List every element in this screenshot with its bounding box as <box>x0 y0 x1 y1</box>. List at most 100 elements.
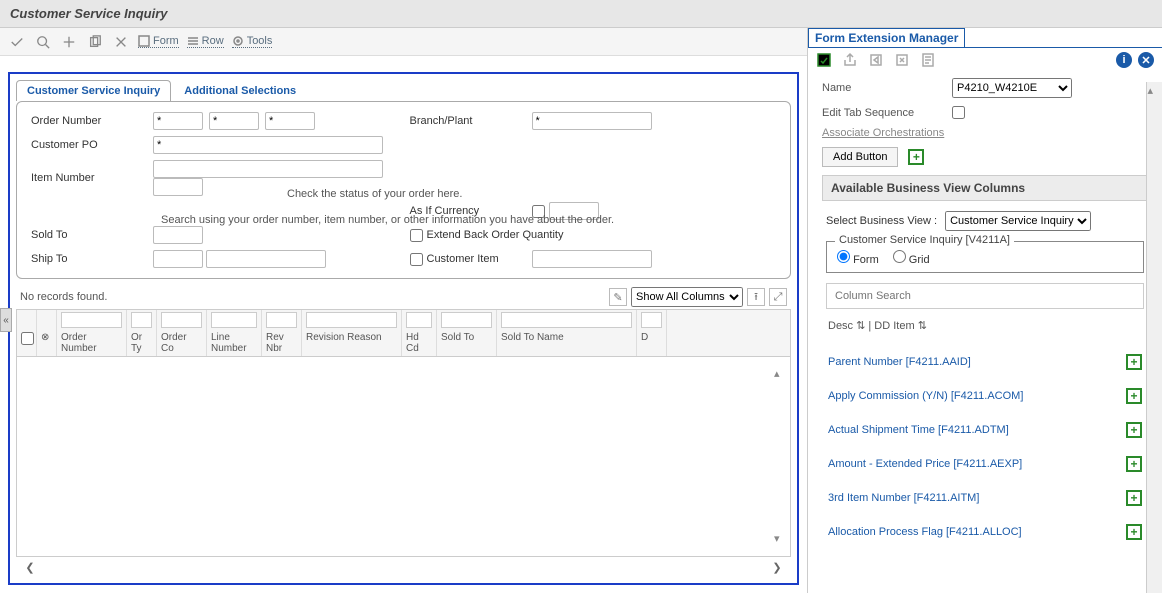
col-sold-to-name[interactable]: Sold To Name <box>497 330 637 356</box>
ship-to-extra[interactable] <box>206 250 326 268</box>
filter-sold-to-name[interactable] <box>501 312 632 328</box>
info-icon[interactable]: i <box>1116 52 1132 68</box>
customer-item-checkbox[interactable] <box>410 253 423 266</box>
reserve-icon[interactable] <box>868 52 884 68</box>
tools-menu[interactable]: Tools <box>232 35 273 48</box>
add-icon[interactable] <box>60 33 78 51</box>
export-icon[interactable]: ⭱ <box>747 288 765 306</box>
col-d[interactable]: D <box>637 330 667 356</box>
tab-customer-service-inquiry[interactable]: Customer Service Inquiry <box>16 80 171 101</box>
filter-order-co[interactable] <box>161 312 202 328</box>
radio-grid[interactable]: Grid <box>893 250 930 266</box>
revert-icon[interactable] <box>894 52 910 68</box>
share-icon[interactable] <box>842 52 858 68</box>
as-if-currency-input[interactable] <box>549 202 599 220</box>
copy-icon[interactable] <box>86 33 104 51</box>
item-number-input[interactable] <box>153 160 383 178</box>
find-icon[interactable] <box>34 33 52 51</box>
tab-additional-selections[interactable]: Additional Selections <box>173 80 307 101</box>
col-allocation-process-flag[interactable]: Allocation Process Flag [F4211.ALLOC] <box>828 526 1022 538</box>
ok-icon[interactable] <box>8 33 26 51</box>
add-col-5-icon[interactable]: + <box>1126 524 1142 540</box>
filter-order-number[interactable] <box>61 312 122 328</box>
name-select[interactable]: P4210_W4210E <box>952 78 1072 98</box>
grid-customize-icon[interactable]: ✎ <box>609 288 627 306</box>
customer-item-label: Customer Item <box>427 253 499 265</box>
col-order-number[interactable]: Order Number <box>57 330 127 356</box>
branch-plant-label: Branch/Plant <box>410 115 520 127</box>
col-parent-number[interactable]: Parent Number [F4211.AAID] <box>828 356 971 368</box>
col-amount-extended-price[interactable]: Amount - Extended Price [F4211.AEXP] <box>828 458 1022 470</box>
grid-scroll-up-icon[interactable]: ▴ <box>774 367 788 381</box>
branch-plant-input[interactable] <box>532 112 652 130</box>
order-number-input-2[interactable] <box>209 112 259 130</box>
col-or-ty[interactable]: Or Ty <box>127 330 157 356</box>
collapse-left-handle[interactable]: « <box>0 308 12 332</box>
as-if-currency-label: As If Currency <box>410 205 520 217</box>
order-number-label: Order Number <box>31 115 141 127</box>
notes-icon[interactable] <box>920 52 936 68</box>
order-number-input-3[interactable] <box>265 112 315 130</box>
main-toolbar: Form Row Tools <box>0 28 807 56</box>
filter-rev-nbr[interactable] <box>266 312 297 328</box>
filter-d[interactable] <box>641 312 662 328</box>
view-target-legend: Customer Service Inquiry [V4211A] <box>835 234 1014 246</box>
col-sold-to[interactable]: Sold To <box>437 330 497 356</box>
filter-line-number[interactable] <box>211 312 257 328</box>
radio-form[interactable]: Form <box>837 250 879 266</box>
name-label: Name <box>822 82 942 94</box>
ship-to-label: Ship To <box>31 253 141 265</box>
col-revision-reason[interactable]: Revision Reason <box>302 330 402 356</box>
column-search-input[interactable] <box>827 290 1143 302</box>
as-if-currency-checkbox[interactable] <box>532 205 545 218</box>
add-col-1-icon[interactable]: + <box>1126 388 1142 404</box>
add-col-3-icon[interactable]: + <box>1126 456 1142 472</box>
extend-back-order-label: Extend Back Order Quantity <box>427 229 564 241</box>
edit-tab-sequence-checkbox[interactable] <box>952 106 965 119</box>
add-button[interactable]: Add Button <box>822 147 898 167</box>
select-business-view-select[interactable]: Customer Service Inquiry <box>945 211 1091 231</box>
extend-back-order-checkbox[interactable] <box>410 229 423 242</box>
close-icon[interactable]: ✕ <box>1138 52 1154 68</box>
col-apply-commission[interactable]: Apply Commission (Y/N) [F4211.ACOM] <box>828 390 1023 402</box>
filter-revision-reason[interactable] <box>306 312 397 328</box>
associate-orchestrations-link[interactable]: Associate Orchestrations <box>822 127 944 139</box>
ship-to-input[interactable] <box>153 250 203 268</box>
form-menu[interactable]: Form <box>138 35 179 48</box>
item-number-extra[interactable] <box>153 178 203 196</box>
filter-sold-to[interactable] <box>441 312 492 328</box>
column-sort-header[interactable]: Desc ⇅ | DD Item ⇅ <box>822 315 1148 336</box>
grid-scroll-left-icon[interactable]: ❮ <box>22 559 38 575</box>
order-number-input-1[interactable] <box>153 112 203 130</box>
add-col-0-icon[interactable]: + <box>1126 354 1142 370</box>
grid-body: ▴ ▾ <box>16 357 791 557</box>
filter-or-ty[interactable] <box>131 312 152 328</box>
right-scrollbar[interactable]: ▴ <box>1146 82 1162 593</box>
edit-tab-sequence-label: Edit Tab Sequence <box>822 107 942 119</box>
customer-item-input[interactable] <box>532 250 652 268</box>
grid-expand-icon[interactable]: ⤢ <box>769 288 787 306</box>
sold-to-input[interactable] <box>153 226 203 244</box>
add-col-4-icon[interactable]: + <box>1126 490 1142 506</box>
col-actual-shipment-time[interactable]: Actual Shipment Time [F4211.ADTM] <box>828 424 1009 436</box>
col-rev-nbr[interactable]: Rev Nbr <box>262 330 302 356</box>
select-all-checkbox[interactable] <box>21 332 34 345</box>
delete-icon[interactable] <box>112 33 130 51</box>
show-columns-select[interactable]: Show All Columns <box>631 287 743 307</box>
grid-scroll-down-icon[interactable]: ▾ <box>774 532 788 546</box>
add-col-2-icon[interactable]: + <box>1126 422 1142 438</box>
row-menu[interactable]: Row <box>187 35 224 48</box>
col-line-number[interactable]: Line Number <box>207 330 262 356</box>
fem-title: Form Extension Manager <box>808 28 965 47</box>
row-action-header: ⊗ <box>37 330 57 356</box>
col-hd-cd[interactable]: Hd Cd <box>402 330 437 356</box>
grid-scroll-right-icon[interactable]: ❯ <box>769 559 785 575</box>
item-number-label: Item Number <box>31 172 141 184</box>
col-3rd-item-number[interactable]: 3rd Item Number [F4211.AITM] <box>828 492 979 504</box>
filter-hd-cd[interactable] <box>406 312 432 328</box>
col-order-co[interactable]: Order Co <box>157 330 207 356</box>
save-icon[interactable] <box>816 52 832 68</box>
add-button-plus-icon[interactable]: + <box>908 149 924 165</box>
scroll-up-icon[interactable]: ▴ <box>1148 84 1162 98</box>
customer-po-input[interactable] <box>153 136 383 154</box>
